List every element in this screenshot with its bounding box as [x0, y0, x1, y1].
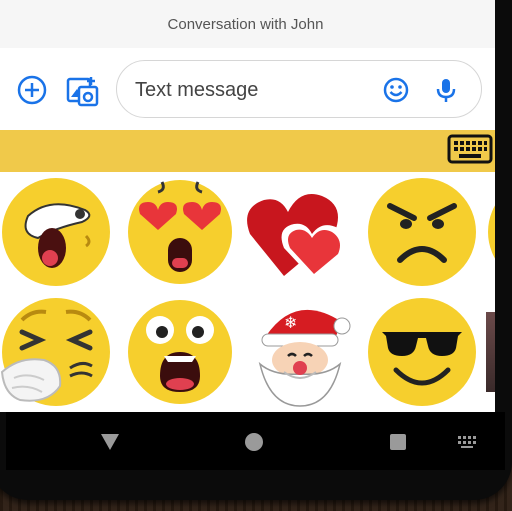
sticker-partial-photo[interactable]: [486, 312, 495, 392]
add-attachment-button[interactable]: [14, 72, 50, 108]
sticker-keyboard-strip: [0, 130, 495, 172]
home-circle-icon[interactable]: [242, 430, 266, 454]
svg-text:❄: ❄: [284, 313, 297, 332]
sticker-grid: ❄: [0, 172, 495, 412]
image-add-icon: [66, 77, 99, 107]
sticker-shocked-face[interactable]: [124, 296, 236, 408]
system-navigation-bar: [6, 412, 505, 470]
voice-input-button[interactable]: [431, 75, 461, 105]
smiley-icon: [383, 77, 409, 103]
sticker-santa-claus[interactable]: ❄: [246, 296, 358, 408]
microphone-icon: [436, 79, 456, 102]
plus-circle-icon: [17, 75, 47, 105]
keyboard-icon[interactable]: [447, 134, 493, 164]
back-triangle-icon[interactable]: [98, 430, 122, 454]
keyboard-small-icon[interactable]: [456, 430, 480, 454]
phone-screen: Conversation with John Text message ❄: [0, 0, 495, 412]
sticker-sneezing-face[interactable]: [0, 296, 112, 408]
sticker-yawning-face[interactable]: [0, 176, 112, 288]
sticker-two-hearts[interactable]: [244, 176, 356, 288]
emoji-button[interactable]: [381, 75, 411, 105]
sticker-angry-face[interactable]: [366, 176, 478, 288]
sticker-heart-eyes-surprised[interactable]: [124, 176, 236, 288]
gallery-button[interactable]: [64, 72, 100, 108]
text-message-placeholder: Text message: [135, 79, 259, 101]
compose-bar: Text message: [0, 48, 495, 130]
sticker-sunglasses-face[interactable]: [366, 296, 478, 408]
conversation-title: Conversation with John: [167, 16, 324, 33]
recents-square-icon[interactable]: [386, 430, 410, 454]
conversation-header: Conversation with John: [0, 0, 495, 49]
sticker-partial-face[interactable]: [486, 176, 495, 288]
text-message-input[interactable]: Text message: [116, 60, 482, 118]
